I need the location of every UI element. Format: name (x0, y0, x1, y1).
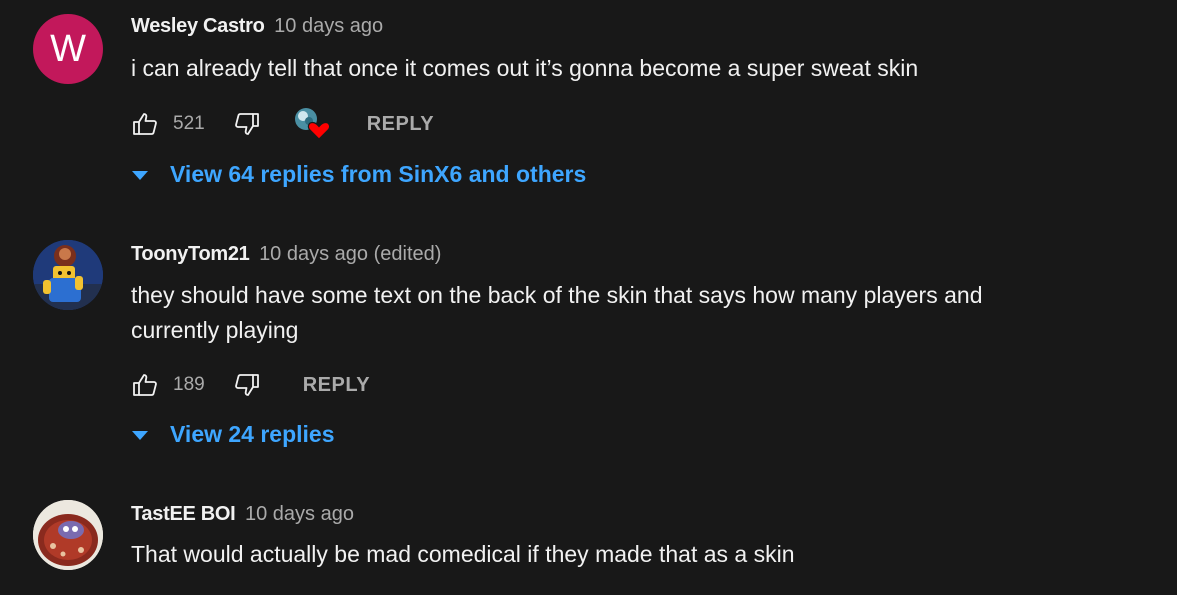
comment-2: ToonyTom21 10 days ago (edited) they sho… (0, 215, 1177, 475)
avatar[interactable] (33, 240, 103, 310)
view-replies-button[interactable]: View 64 replies from SinX6 and others (131, 161, 586, 188)
avatar[interactable] (33, 500, 103, 570)
avatar[interactable]: W (33, 14, 103, 84)
author-name[interactable]: TastEE BOI (131, 503, 236, 525)
author-name[interactable]: Wesley Castro (131, 15, 265, 37)
reply-button[interactable]: REPLY (303, 374, 370, 397)
comment-3: TastEE BOI 10 days ago That would actual… (0, 475, 1177, 595)
view-replies-label: View 24 replies (170, 421, 335, 447)
timestamp[interactable]: 10 days ago (274, 15, 383, 37)
dislike-icon[interactable] (233, 371, 261, 399)
caret-down-icon (132, 430, 148, 440)
view-replies-label: View 64 replies from SinX6 and others (170, 161, 587, 187)
reply-button[interactable]: REPLY (367, 113, 434, 136)
like-count: 521 (173, 113, 205, 134)
comment-text: they should have some text on the back o… (131, 282, 983, 343)
like-icon[interactable] (131, 110, 159, 138)
caret-down-icon (132, 170, 148, 180)
dislike-icon[interactable] (233, 110, 261, 138)
like-count: 189 (173, 374, 205, 395)
author-name[interactable]: ToonyTom21 (131, 243, 250, 265)
view-replies-button[interactable]: View 24 replies (131, 421, 335, 448)
comment-text: i can already tell that once it comes ou… (131, 55, 919, 81)
comment-text: That would actually be mad comedical if … (131, 541, 795, 567)
comment-actions: 189 REPLY (131, 370, 370, 400)
comment-1: W Wesley Castro 10 days ago i can alread… (0, 0, 1177, 215)
comment-header: Wesley Castro 10 days ago (131, 15, 383, 38)
comment-header: ToonyTom21 10 days ago (edited) (131, 243, 441, 266)
timestamp[interactable]: 10 days ago (edited) (259, 243, 441, 265)
timestamp[interactable]: 10 days ago (245, 503, 354, 525)
comment-actions: 521 REPLY (131, 106, 434, 142)
comment-header: TastEE BOI 10 days ago (131, 503, 354, 526)
creator-heart-icon (293, 106, 331, 142)
like-icon[interactable] (131, 371, 159, 399)
